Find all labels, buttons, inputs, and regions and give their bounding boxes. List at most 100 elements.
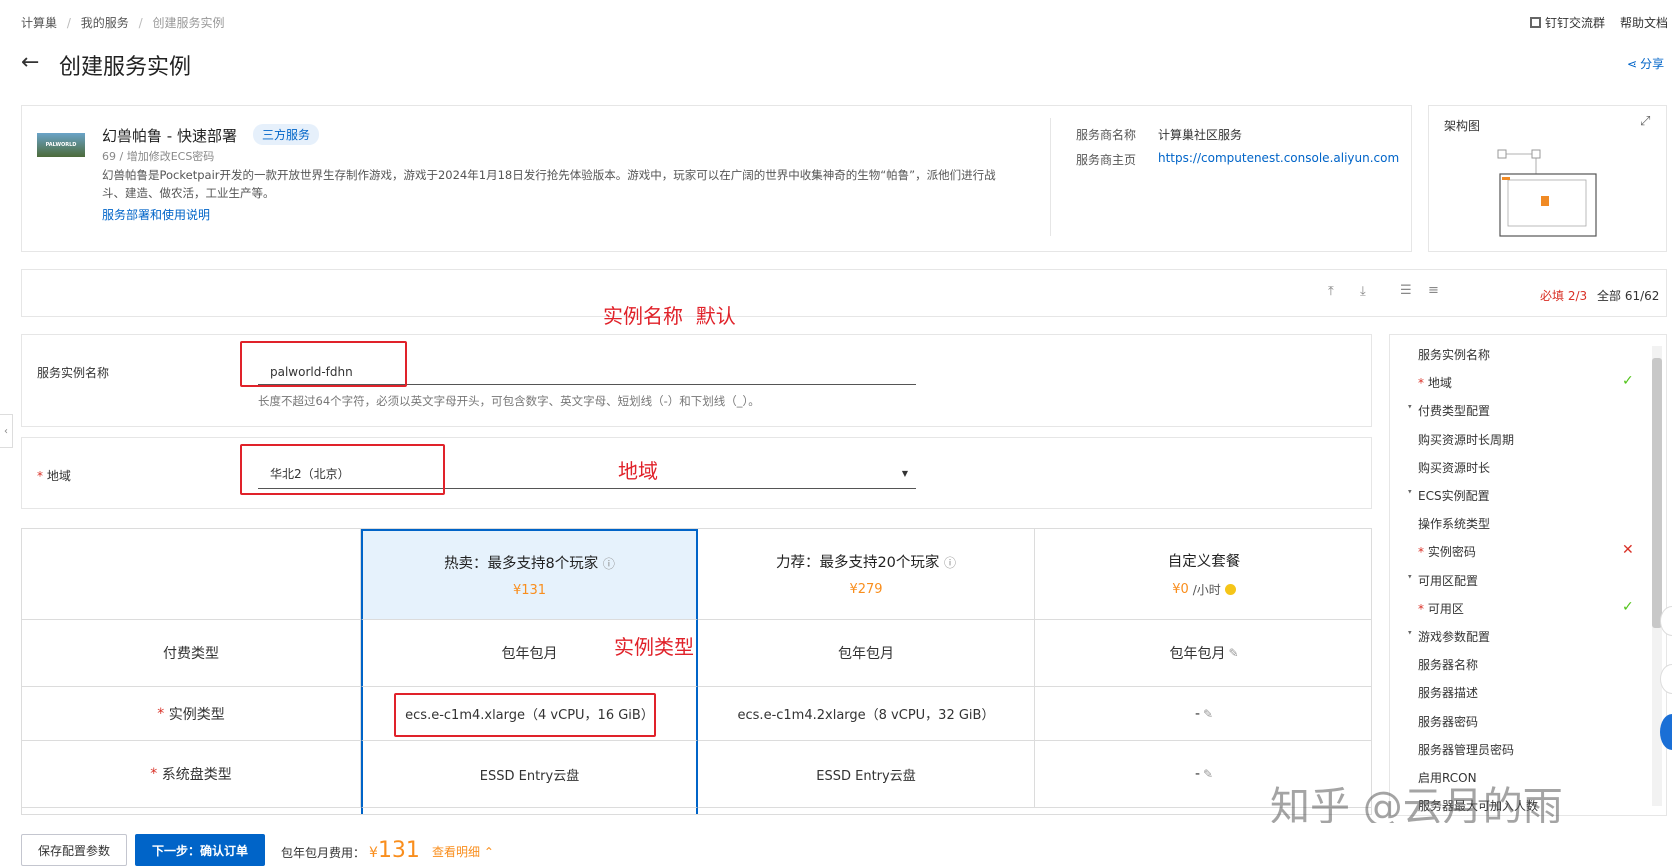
navigator-item-label: 服务器描述 [1418,686,1479,700]
navigator-item[interactable]: * 地域 [1402,374,1642,391]
info-icon[interactable]: ⓘ [944,556,956,570]
navigator-item[interactable]: 购买资源时长周期 [1402,431,1642,448]
architecture-diagram[interactable] [1488,140,1608,240]
navigator-item-label: 地域 [1427,376,1452,390]
provider-homepage-link[interactable]: https://computenest.console.aliyun.com [1158,151,1399,165]
collapse-triangle-icon[interactable]: ▸ [1406,631,1414,647]
provider-name-value: 计算巢社区服务 [1158,128,1243,142]
architecture-title: 架构图 [1444,119,1481,133]
navigator-item[interactable]: 操作系统类型 [1402,515,1642,532]
instance-type-custom[interactable]: - ✎ [1035,687,1371,741]
back-icon[interactable]: ← [21,50,39,75]
navigator-item-label: 付费类型配置 [1418,404,1491,418]
navigator-item[interactable]: 购买资源时长 [1402,459,1642,476]
service-description: 幻兽帕鲁是Pocketpair开发的一款开放世界生存制作游戏，游戏于2024年1… [102,168,996,200]
view-detail-link[interactable]: 查看明细 ⌃ [432,843,494,860]
share-button[interactable]: ⋖ 分享 [1627,55,1664,72]
provider-homepage-label: 服务商主页 [1076,153,1137,167]
navigator-item[interactable]: 服务器名称 [1402,656,1642,673]
check-icon: ✓ [1622,599,1634,615]
service-name: 幻兽帕鲁 - 快速部署 [102,127,237,145]
navigator-item-label: 购买资源时长周期 [1418,433,1515,447]
annotation-instance-name: 实例名称 默认 [603,304,736,328]
breadcrumb-item: 创建服务实例 [152,16,225,30]
row-label-payment: 付费类型 [22,620,361,687]
instance-name-help: 长度不超过64个字符，必须以英文字母开头，可包含数字、英文字母、短划线（-）和下… [258,394,760,408]
progress-summary: 必填 2/3 全部 61/62 [1540,289,1660,303]
fee-summary: 包年包月费用： ¥ 131 [281,838,420,863]
plan-card-hot[interactable]: 热卖：最多支持8个玩家 ⓘ ¥131 [361,529,698,620]
navigator-item[interactable]: 服务器管理员密码 [1402,741,1642,758]
navigator-item-label: 实例密码 [1427,545,1476,559]
save-config-button[interactable]: 保存配置参数 [21,834,127,866]
navigator-item[interactable]: * 实例密码 [1402,543,1642,560]
plan-table: 热卖：最多支持8个玩家 ⓘ ¥131 力荐：最多支持20个玩家 ⓘ ¥279 自… [21,528,1372,815]
navigator-item[interactable]: 服务器密码 [1402,713,1642,730]
service-type-badge: 三方服务 [253,124,320,145]
form-toolbar [21,269,1667,317]
breadcrumb: 计算巢 / 我的服务 / 创建服务实例 [21,16,225,30]
next-confirm-order-button[interactable]: 下一步：确认订单 [135,834,265,866]
row-label-system-disk: * 系统盘类型 [22,741,361,808]
instance-type-recommended: ecs.e-c1m4.2xlarge（8 vCPU，32 GiB） [698,687,1035,741]
annotation-region: 地域 [618,459,658,483]
navigator-item[interactable]: ▸ ECS实例配置 [1402,487,1642,504]
collapse-triangle-icon[interactable]: ▸ [1406,575,1414,591]
navigator-item-label: ECS实例配置 [1418,489,1490,503]
edit-icon[interactable]: ✎ [1228,646,1238,660]
plan-card-recommended[interactable]: 力荐：最多支持20个玩家 ⓘ ¥279 [698,529,1035,620]
breadcrumb-item[interactable]: 计算巢 [21,16,57,30]
navigator-item[interactable]: ▸ 可用区配置 [1402,572,1642,589]
navigator-item-label: 可用区 [1427,602,1464,616]
annotation-box [240,444,445,495]
dingtalk-link[interactable]: 钉钉交流群 [1530,14,1605,31]
collapse-triangle-icon[interactable]: ▸ [1406,405,1414,421]
navigator-item[interactable]: ▸ 付费类型配置 [1402,402,1642,419]
collapse-triangle-icon[interactable]: ▸ [1406,490,1414,506]
table-filler [361,808,698,814]
region-label: * 地域 [37,469,71,483]
expand-all-icon[interactable]: ⤓ [1360,284,1366,299]
system-disk-recommended: ESSD Entry云盘 [698,741,1035,808]
share-icon: ⋖ [1627,56,1638,71]
check-icon: ✓ [1622,373,1634,389]
qrcode-icon [1530,17,1541,28]
expand-icon[interactable]: ⤢ [1640,114,1650,129]
navigator-item-label: 服务器密码 [1418,715,1479,729]
navigator-item[interactable]: 服务器描述 [1402,684,1642,701]
navigator-item-label: 服务器管理员密码 [1418,743,1515,757]
service-meta: 69 / 增加修改ECS密码 [102,150,215,163]
navigator-item-label: 服务实例名称 [1418,348,1491,362]
navigator-item-label: 可用区配置 [1418,574,1479,588]
breadcrumb-item[interactable]: 我的服务 [81,16,129,30]
navigator-item[interactable]: * 可用区 [1402,600,1642,617]
compact-view-icon[interactable]: ☰ [1400,283,1412,298]
annotation-box [394,693,656,737]
navigator-item-label: 购买资源时长 [1418,461,1491,475]
edit-icon[interactable]: ✎ [1203,707,1213,721]
plan-card-custom[interactable]: 自定义套餐 ¥0/小时 [1035,529,1371,620]
info-icon[interactable]: ⓘ [603,557,615,571]
dropdown-caret-icon: ▼ [901,469,908,478]
warning-icon[interactable] [1224,584,1236,595]
help-doc-link[interactable]: 帮助文档 [1620,14,1668,31]
navigator-item[interactable]: 服务实例名称 [1402,346,1642,363]
row-label-instance-type: * 实例类型 [22,687,361,741]
list-view-icon[interactable]: ≡ [1428,283,1439,298]
service-doc-link[interactable]: 服务部署和使用说明 [102,206,210,223]
left-collapse-tab[interactable]: ‹ [0,414,13,448]
system-disk-hot: ESSD Entry云盘 [361,741,698,808]
page-title: 创建服务实例 [59,55,192,80]
collapse-all-icon[interactable]: ⤒ [1328,284,1334,299]
card-divider [1050,118,1051,236]
chevron-up-icon: ⌃ [483,845,494,859]
navigator-item-label: 操作系统类型 [1418,517,1491,531]
annotation-box [240,341,407,387]
payment-custom[interactable]: 包年包月 ✎ [1035,620,1371,687]
navigator-item[interactable]: ▸ 游戏参数配置 [1402,628,1642,645]
edit-icon[interactable]: ✎ [1203,767,1213,781]
required-mark: * [1418,602,1428,616]
required-mark: * [1418,545,1428,559]
instance-name-label: 服务实例名称 [37,366,110,380]
required-mark: * [1418,376,1428,390]
